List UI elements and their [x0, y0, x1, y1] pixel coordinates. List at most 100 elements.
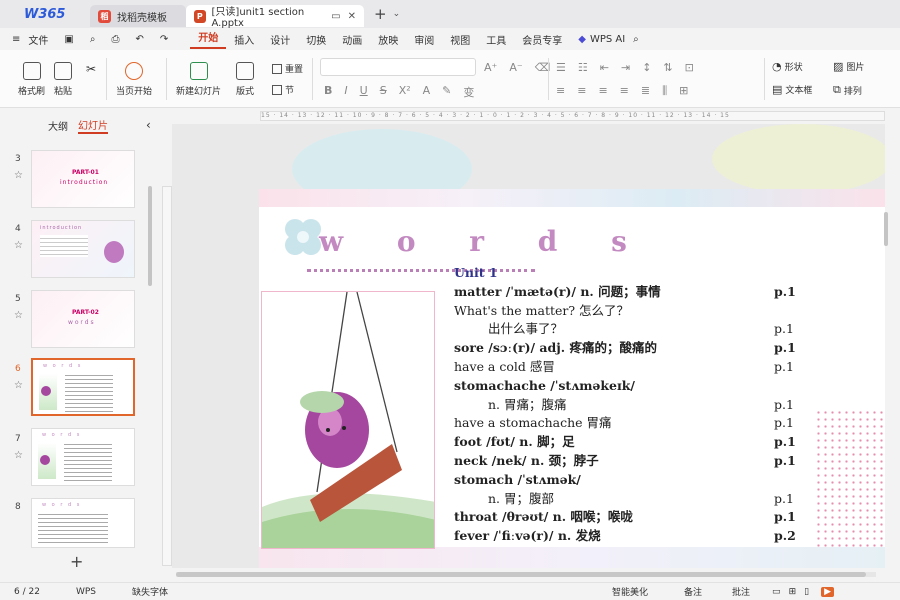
save-icon[interactable]: ▣ [56, 34, 81, 45]
bold-icon[interactable]: B [324, 84, 332, 100]
star-icon[interactable]: ☆ [14, 380, 23, 391]
menu-transition[interactable]: 切换 [298, 32, 334, 47]
textbox-button[interactable]: ▤ 文本框 [772, 83, 812, 96]
star-icon[interactable]: ☆ [14, 240, 23, 251]
bottom-decor-strip [259, 547, 885, 568]
canvas-vertical-scrollbar[interactable] [884, 212, 888, 246]
underline-icon[interactable]: U [360, 84, 368, 100]
justify-icon[interactable]: ≡ [620, 84, 629, 98]
tab-slides[interactable]: 幻灯片 [78, 117, 108, 134]
strikethrough-icon[interactable]: S [380, 84, 387, 100]
star-icon[interactable]: ☆ [14, 450, 23, 461]
layout-button[interactable]: 版式 [236, 62, 254, 97]
collapse-panel-icon[interactable]: ‹ [146, 118, 151, 132]
comments-button[interactable]: 批注 [732, 585, 750, 598]
thumb-slide-6-selected[interactable]: w o r d s [31, 358, 135, 416]
phonetic-icon[interactable]: 变 [463, 84, 474, 100]
numbering-icon[interactable]: ☷ [578, 61, 588, 74]
tab-template[interactable]: 稻 找稻壳模板 [90, 5, 186, 27]
grid-view-icon[interactable]: ⊞ [789, 587, 797, 597]
text-fit-icon[interactable]: ⊡ [685, 61, 694, 74]
app-logo[interactable]: W365 [0, 0, 90, 28]
thumb-number: 5 [15, 294, 21, 304]
menu-tools[interactable]: 工具 [478, 32, 514, 47]
star-icon[interactable]: ☆ [14, 310, 23, 321]
shrink-font-icon[interactable]: A⁻ [509, 61, 522, 74]
menu-wps-ai[interactable]: WPS AI [590, 34, 625, 45]
paragraph-bottom-buttons: ≡ ≡ ≡ ≡ ≣ ⫼ ⊞ [556, 84, 688, 98]
font-color-icon[interactable]: A [423, 84, 431, 100]
play-from-current-button[interactable]: 当页开始 [116, 62, 152, 97]
monitor-icon[interactable]: ▭ [331, 11, 340, 22]
font-family-select[interactable] [320, 58, 476, 76]
superscript-icon[interactable]: X² [399, 84, 411, 100]
thumb-scrollbar[interactable] [148, 186, 152, 286]
tab-menu-chevron-icon[interactable]: ⌄ [393, 9, 401, 19]
menu-view[interactable]: 视图 [442, 32, 478, 47]
slide-6[interactable]: w o r d s Unit 1 matter /ˈmætə(r)/ n. 问题… [259, 189, 885, 568]
reading-view-icon[interactable]: ▯ [804, 587, 809, 597]
thumb-slide-4[interactable]: introduction [31, 220, 135, 278]
wps-cloud-status[interactable]: WPS [76, 587, 96, 597]
thumb-slide-8[interactable]: w o r d s [31, 498, 135, 548]
menu-member[interactable]: 会员专享 [514, 32, 570, 47]
notes-button[interactable]: 备注 [684, 585, 702, 598]
shape-button[interactable]: ◔ 形状 [772, 60, 803, 73]
smart-beautify-button[interactable]: 智能美化 [612, 585, 648, 598]
thumb-slide-5[interactable]: PART-02 w o r d s [31, 290, 135, 348]
columns-icon[interactable]: ⫼ [662, 84, 667, 98]
thumb-slide-7[interactable]: w o r d s [31, 428, 135, 486]
cut-button[interactable]: ✂ [86, 62, 96, 76]
missing-font-status[interactable]: 缺失字体 [132, 585, 168, 598]
dot-pattern-decor [815, 409, 885, 549]
align-right-icon[interactable]: ≡ [598, 84, 607, 98]
text-direction-icon[interactable]: ⇅ [663, 61, 672, 74]
star-icon[interactable]: ☆ [14, 170, 23, 181]
tab-file[interactable]: P [只读]unit1 section A.pptx ▭ ✕ [186, 5, 364, 29]
menu-home[interactable]: 开始 [190, 29, 227, 49]
undo-icon[interactable]: ↶ [127, 34, 151, 45]
arrange-button[interactable]: ⧉ 排列 [833, 83, 862, 97]
shape-icon: ◔ [772, 60, 782, 73]
bullets-icon[interactable]: ☰ [556, 61, 566, 74]
print-icon[interactable]: ⎙ [103, 34, 127, 45]
menu-animation[interactable]: 动画 [334, 32, 370, 47]
slide-canvas[interactable]: w o r d s Unit 1 matter /ˈmætə(r)/ n. 问题… [172, 124, 885, 568]
paragraph-top-buttons: ☰ ☷ ⇤ ⇥ ↕ ⇅ ⊡ [556, 61, 694, 74]
align-center-icon[interactable]: ≡ [577, 84, 586, 98]
align-left-icon[interactable]: ≡ [556, 84, 565, 98]
menu-slideshow[interactable]: 放映 [370, 32, 406, 47]
new-slide-button[interactable]: 新建幻灯片 [176, 62, 221, 97]
line-spacing-icon[interactable]: ↕ [642, 61, 651, 74]
add-slide-icon[interactable]: + [70, 552, 83, 571]
normal-view-icon[interactable]: ▭ [772, 587, 781, 597]
tab-outline[interactable]: 大纲 [48, 118, 68, 133]
play-slideshow-icon[interactable]: ▶ [821, 586, 834, 597]
redo-icon[interactable]: ↷ [152, 34, 176, 45]
distribute-icon[interactable]: ≣ [641, 84, 650, 98]
canvas-horizontal-scrollbar[interactable] [176, 572, 876, 577]
search-icon[interactable]: ⌕ [625, 34, 647, 45]
close-tab-icon[interactable]: ✕ [348, 11, 356, 22]
highlight-icon[interactable]: ✎ [442, 84, 451, 100]
search-doc-icon[interactable]: ⌕ [82, 34, 104, 45]
hamburger-icon[interactable]: ≡ [0, 34, 28, 45]
outdent-icon[interactable]: ⇤ [600, 61, 609, 74]
menu-file[interactable]: 文件 [28, 32, 56, 47]
paste-button[interactable]: 粘贴 [54, 62, 72, 97]
vocab-row: fever /ˈfiːvə(r)/ n. 发烧 p.2 [454, 528, 796, 544]
section-button[interactable]: 节 [272, 83, 294, 96]
new-tab-icon[interactable]: + [374, 5, 387, 23]
thumb-slide-3[interactable]: PART-01 introduction [31, 150, 135, 208]
page-indicator[interactable]: 6 / 22 [14, 587, 40, 597]
grow-font-icon[interactable]: A⁺ [484, 61, 497, 74]
reset-button[interactable]: 重置 [272, 62, 303, 75]
format-painter-button[interactable]: 格式刷 [18, 62, 45, 97]
vertical-align-icon[interactable]: ⊞ [679, 84, 688, 98]
menu-review[interactable]: 审阅 [406, 32, 442, 47]
italic-icon[interactable]: I [344, 84, 347, 100]
menu-design[interactable]: 设计 [262, 32, 298, 47]
indent-icon[interactable]: ⇥ [621, 61, 630, 74]
menu-insert[interactable]: 插入 [226, 32, 262, 47]
picture-button[interactable]: ▨ 图片 [833, 60, 864, 73]
